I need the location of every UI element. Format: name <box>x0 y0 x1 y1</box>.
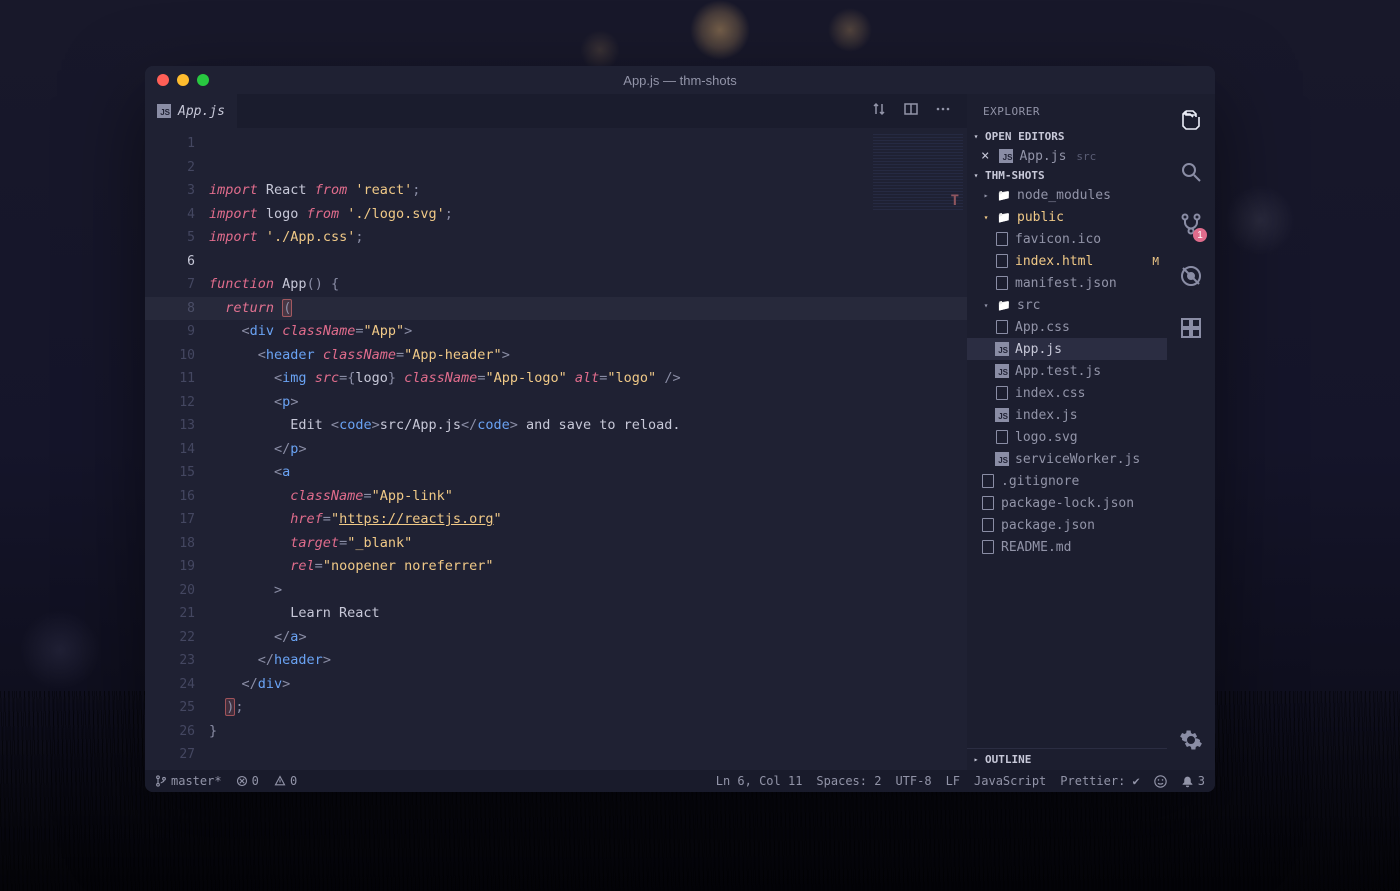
file-icon <box>995 232 1009 246</box>
file-icon <box>995 254 1009 268</box>
chevron-down-icon: ▾ <box>971 171 981 180</box>
file-item[interactable]: JSserviceWorker.js <box>967 448 1167 470</box>
line-number-gutter: 1234567891011121314151617181920212223242… <box>145 128 195 770</box>
file-item[interactable]: manifest.json <box>967 272 1167 294</box>
title-bar: App.js — thm-shots <box>145 66 1215 94</box>
open-editor-item[interactable]: × JS App.js src <box>967 145 1167 167</box>
file-icon <box>995 430 1009 444</box>
eol-status[interactable]: LF <box>946 774 960 788</box>
open-editors-header[interactable]: ▾ OPEN EDITORS <box>967 128 1167 145</box>
explorer-header: EXPLORER <box>967 94 1167 128</box>
open-editors-list: × JS App.js src <box>967 145 1167 167</box>
js-file-icon: JS <box>995 342 1009 356</box>
vscode-window: App.js — thm-shots JS App.js <box>145 66 1215 792</box>
encoding-status[interactable]: UTF-8 <box>895 774 931 788</box>
file-item[interactable]: index.htmlM <box>967 250 1167 272</box>
folder-item[interactable]: ▾src <box>967 294 1167 316</box>
file-item[interactable]: JSApp.js <box>967 338 1167 360</box>
file-icon <box>981 496 995 510</box>
file-icon <box>981 518 995 532</box>
prettier-status[interactable]: Prettier: ✔ <box>1060 774 1139 788</box>
chevron-icon: ▾ <box>981 213 991 222</box>
tab-label: App.js <box>178 104 225 119</box>
chevron-right-icon: ▸ <box>971 755 981 764</box>
js-file-icon: JS <box>999 149 1013 163</box>
js-file-icon: JS <box>995 364 1009 378</box>
code-content[interactable]: import React from 'react';import logo fr… <box>195 128 967 770</box>
editor-body[interactable]: 1234567891011121314151617181920212223242… <box>145 128 967 770</box>
js-file-icon: JS <box>995 408 1009 422</box>
folder-item[interactable]: ▸node_modules <box>967 184 1167 206</box>
notifications-status[interactable]: 3 <box>1181 774 1205 788</box>
search-activity-icon[interactable] <box>1179 160 1203 188</box>
file-item[interactable]: .gitignore <box>967 470 1167 492</box>
file-item[interactable]: JSApp.test.js <box>967 360 1167 382</box>
feedback-smiley-icon[interactable] <box>1154 775 1167 788</box>
file-item[interactable]: package-lock.json <box>967 492 1167 514</box>
debug-activity-icon[interactable] <box>1179 264 1203 292</box>
extensions-activity-icon[interactable] <box>1179 316 1203 344</box>
project-header[interactable]: ▾ THM-SHOTS <box>967 167 1167 184</box>
file-icon <box>995 386 1009 400</box>
explorer-activity-icon[interactable] <box>1179 108 1203 136</box>
traffic-lights <box>145 74 209 86</box>
minimap[interactable] <box>873 132 963 212</box>
indentation-status[interactable]: Spaces: 2 <box>816 774 881 788</box>
scm-badge: 1 <box>1193 228 1207 242</box>
window-close-button[interactable] <box>157 74 169 86</box>
file-item[interactable]: index.css <box>967 382 1167 404</box>
folder-icon <box>997 210 1011 224</box>
file-item[interactable]: logo.svg <box>967 426 1167 448</box>
file-item[interactable]: App.css <box>967 316 1167 338</box>
language-mode-status[interactable]: JavaScript <box>974 774 1046 788</box>
file-item[interactable]: JSindex.js <box>967 404 1167 426</box>
activity-bar: 1 <box>1167 94 1215 770</box>
window-maximize-button[interactable] <box>197 74 209 86</box>
split-editor-icon[interactable] <box>903 101 919 121</box>
js-file-icon: JS <box>157 104 171 118</box>
editor-tab-app-js[interactable]: JS App.js <box>145 94 238 128</box>
outline-header[interactable]: ▸ OUTLINE <box>967 748 1167 770</box>
folder-icon <box>997 298 1011 312</box>
problems-status[interactable]: 0 0 <box>236 774 298 788</box>
window-minimize-button[interactable] <box>177 74 189 86</box>
file-tree: ▸node_modules▾publicfavicon.icoindex.htm… <box>967 184 1167 748</box>
close-editor-icon[interactable]: × <box>981 148 989 164</box>
compare-changes-icon[interactable] <box>871 101 887 121</box>
git-status-letter: M <box>1152 255 1159 268</box>
chevron-icon: ▾ <box>981 301 991 310</box>
file-item[interactable]: package.json <box>967 514 1167 536</box>
tab-bar: JS App.js <box>145 94 967 128</box>
explorer-sidebar: EXPLORER ▾ OPEN EDITORS × JS App.js src … <box>967 94 1167 770</box>
git-branch-status[interactable]: master* <box>155 774 222 788</box>
file-item[interactable]: favicon.ico <box>967 228 1167 250</box>
cursor-position-status[interactable]: Ln 6, Col 11 <box>716 774 803 788</box>
file-icon <box>981 474 995 488</box>
file-icon <box>981 540 995 554</box>
status-bar: master* 0 0 Ln 6, Col 11 Spaces: 2 UTF-8… <box>145 770 1215 792</box>
chevron-icon: ▸ <box>981 191 991 200</box>
file-item[interactable]: README.md <box>967 536 1167 558</box>
file-icon <box>995 320 1009 334</box>
chevron-down-icon: ▾ <box>971 132 981 141</box>
more-actions-icon[interactable] <box>935 101 951 121</box>
window-title: App.js — thm-shots <box>623 73 736 88</box>
js-file-icon: JS <box>995 452 1009 466</box>
source-control-activity-icon[interactable]: 1 <box>1179 212 1203 240</box>
folder-item[interactable]: ▾public <box>967 206 1167 228</box>
folder-icon <box>997 188 1011 202</box>
file-icon <box>995 276 1009 290</box>
settings-gear-icon[interactable] <box>1179 728 1203 756</box>
